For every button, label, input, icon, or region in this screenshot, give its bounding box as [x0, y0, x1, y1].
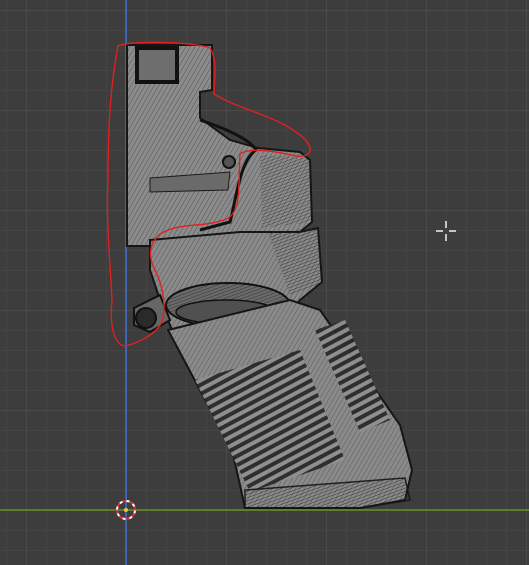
3d-viewport[interactable]: [0, 0, 529, 565]
viewport-canvas[interactable]: [0, 0, 529, 565]
pivot-pin-icon: [222, 155, 236, 169]
crosshair-cursor-icon: [436, 221, 456, 241]
pistol-grip-mesh[interactable]: [126, 44, 414, 509]
square-opening: [135, 46, 179, 84]
